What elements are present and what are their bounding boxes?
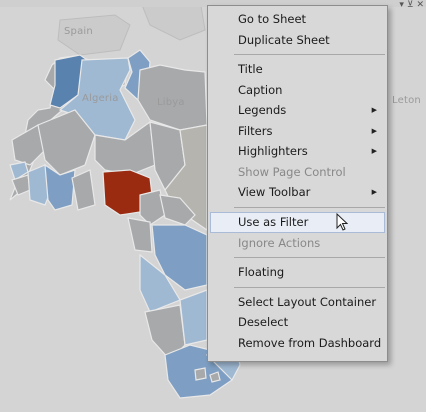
menu-separator [234,206,385,208]
map-label-algeria: Algeria [82,93,119,104]
menu-item-use-as-filter[interactable]: Use as Filter [210,211,385,233]
menu-item-floating[interactable]: Floating [208,262,387,283]
menu-item-view-toolbar[interactable]: View Toolbar ▶ [208,182,387,203]
menu-item-label: Highlighters [238,144,308,158]
menu-item-title[interactable]: Title [208,59,387,80]
menu-item-select-layout-container[interactable]: Select Layout Container [208,292,387,313]
map-label-libya: Libya [157,97,185,108]
map-label-leton: Leton [392,95,421,106]
menu-item-legends[interactable]: Legends ▶ [208,100,387,121]
submenu-arrow-icon: ▶ [371,106,377,114]
menu-item-deselect[interactable]: Deselect [208,312,387,333]
menu-item-label: Legends [238,103,287,117]
menu-item-label: Remove from Dashboard [238,335,382,350]
menu-item-label: View Toolbar [238,185,311,199]
menu-item-label: Show Page Control [238,164,346,179]
submenu-arrow-icon: ▶ [371,188,377,196]
menu-item-show-page-control: Show Page Control [208,162,387,183]
menu-item-label: Title [238,62,263,76]
country-lesotho[interactable] [194,367,207,381]
menu-item-go-to-sheet[interactable]: Go to Sheet [208,9,387,30]
dropdown-icon[interactable]: ▾ [399,0,404,10]
menu-item-ignore-actions: Ignore Actions [208,233,387,254]
close-icon[interactable]: ✕ [416,0,424,10]
sheet-corner-tools: ▾ ⊻ ✕ [399,0,426,10]
filter-icon[interactable]: ⊻ [407,0,414,10]
menu-item-label: Use as Filter [238,214,309,229]
menu-item-label: Select Layout Container [238,294,377,309]
menu-item-duplicate-sheet[interactable]: Duplicate Sheet [208,30,387,51]
submenu-arrow-icon: ▶ [371,126,377,135]
menu-item-label: Caption [238,82,283,97]
country-zambia-zimbabwe[interactable] [179,289,208,346]
menu-item-label: Ignore Actions [238,235,321,250]
menu-item-label: Filters [238,123,273,138]
menu-item-label: Duplicate Sheet [238,32,330,47]
menu-item-highlighters[interactable]: Highlighters ▶ [208,141,387,162]
submenu-arrow-icon: ▶ [371,147,377,155]
menu-item-filters[interactable]: Filters ▶ [208,121,387,142]
menu-separator [234,54,385,55]
context-menu: Go to Sheet Duplicate Sheet Title Captio… [207,5,388,362]
menu-separator [234,286,385,288]
map-label-spain: Spain [64,26,93,37]
menu-separator [234,257,385,258]
mouse-cursor-icon [336,212,349,235]
menu-item-caption[interactable]: Caption [208,80,387,101]
menu-item-remove-from-dashboard[interactable]: Remove from Dashboard [208,333,387,354]
menu-item-label: Floating [238,265,285,279]
menu-item-label: Deselect [238,315,289,329]
menu-item-label: Go to Sheet [238,12,307,26]
